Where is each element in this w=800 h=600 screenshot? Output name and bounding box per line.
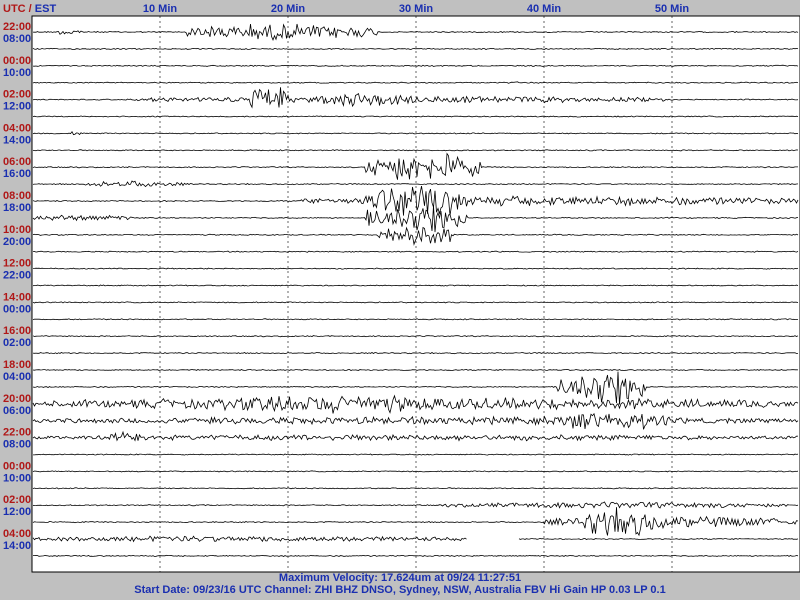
row-label-est: 08:00	[3, 439, 31, 451]
row-label-utc: 14:00	[3, 291, 31, 303]
row-label-est: 08:00	[3, 33, 31, 45]
row-label-est: 18:00	[3, 202, 31, 214]
header-label-est: EST	[35, 3, 57, 15]
row-label-utc: 00:00	[3, 460, 31, 472]
row-label-est: 04:00	[3, 371, 31, 383]
x-tick-label: 30 Min	[399, 3, 434, 15]
row-label-est: 02:00	[3, 337, 31, 349]
row-label-est: 12:00	[3, 506, 31, 518]
row-label-utc: 22:00	[3, 427, 31, 439]
header-label-utc: UTC /	[3, 3, 35, 15]
row-label-est: 12:00	[3, 101, 31, 113]
row-label-utc: 02:00	[3, 89, 31, 101]
x-tick-label: 20 Min	[271, 3, 306, 15]
row-label-est: 14:00	[3, 540, 31, 552]
row-label-utc: 06:00	[3, 156, 31, 168]
row-label-utc: 10:00	[3, 224, 31, 236]
row-label-utc: 04:00	[3, 122, 31, 134]
footer: Maximum Velocity: 17.624um at 09/24 11:2…	[0, 572, 800, 596]
row-label-utc: 18:00	[3, 359, 31, 371]
footer-max-velocity: Maximum Velocity: 17.624um at 09/24 11:2…	[278, 572, 522, 584]
row-label-utc: 00:00	[3, 55, 31, 67]
row-label-utc: 12:00	[3, 258, 31, 270]
row-label-est: 10:00	[3, 67, 31, 79]
x-tick-label: 40 Min	[527, 3, 562, 15]
header-label-utc-est: UTC / EST	[3, 3, 56, 15]
row-label-utc: 08:00	[3, 190, 31, 202]
row-label-utc: 04:00	[3, 528, 31, 540]
row-label-est: 10:00	[3, 472, 31, 484]
row-label-est: 00:00	[3, 303, 31, 315]
x-tick-label: 10 Min	[143, 3, 178, 15]
row-label-est: 14:00	[3, 134, 31, 146]
row-label-utc: 20:00	[3, 393, 31, 405]
row-label-est: 22:00	[3, 270, 31, 282]
footer-station-info: Start Date: 09/23/16 UTC Channel: ZHI BH…	[134, 584, 666, 596]
x-tick-label: 50 Min	[655, 3, 690, 15]
helicorder-chart: UTC / EST 10 Min 20 Min 30 Min 40 Min 50 Min…	[0, 0, 800, 600]
row-label-est: 16:00	[3, 168, 31, 180]
row-label-est: 06:00	[3, 405, 31, 417]
row-label-utc: 02:00	[3, 494, 31, 506]
row-label-est: 20:00	[3, 236, 31, 248]
row-label-utc: 22:00	[3, 21, 31, 33]
row-label-utc: 16:00	[3, 325, 31, 337]
